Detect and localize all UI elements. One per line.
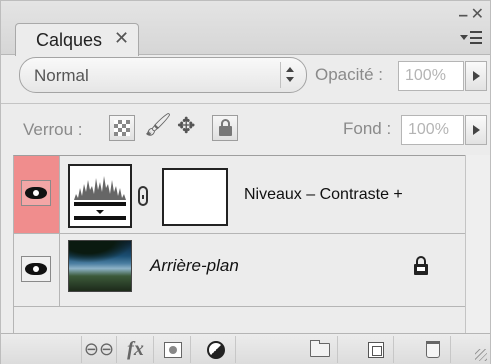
visibility-cell [14,234,60,306]
resize-grip-icon[interactable] [475,349,487,361]
opacity-label: Opacité : [315,65,384,84]
new-layer-icon [367,341,384,358]
layer-row[interactable]: Niveaux – Contraste + [14,156,466,234]
layer-name[interactable]: Niveaux – Contraste + [244,186,403,204]
fill-slider-arrow-icon[interactable] [465,115,487,145]
bottom-toolbar: ⊖⊖ fx [1,333,490,364]
lock-label: Verrou : [23,120,83,139]
adjustment-icon [206,340,225,359]
eye-icon [25,187,47,199]
new-layer-button[interactable] [358,336,394,363]
scrollbar[interactable] [465,155,490,333]
lock-icon [412,256,430,276]
add-mask-button[interactable] [155,336,191,363]
mask-icon [163,341,182,358]
new-adjustment-layer-button[interactable] [196,336,236,363]
divider [1,103,490,104]
layer-style-button[interactable]: fx [118,336,154,363]
folder-icon [309,339,330,357]
delete-layer-button[interactable] [415,336,451,363]
opacity-input[interactable]: 100% [398,61,464,91]
fill-input[interactable]: 100% [401,115,464,145]
opacity-slider-arrow-icon[interactable] [465,61,487,91]
layer-name[interactable]: Arrière-plan [150,256,239,276]
blend-mode-value: Normal [34,66,89,85]
lock-all-button[interactable] [212,115,238,141]
link-icon[interactable] [138,186,148,206]
blend-row: Normal Opacité : 100% [1,57,490,97]
layer-row[interactable]: Arrière-plan [14,234,466,307]
link-icon: ⊖⊖ [83,339,115,359]
visibility-toggle[interactable] [21,256,51,282]
lock-pixels-button[interactable]: 🖌 [144,112,172,138]
panel-header: Calques ✕ – ✕ [1,1,490,56]
fill-label: Fond : [343,119,392,138]
opacity-value: 100% [405,67,446,84]
close-icon[interactable]: ✕ [471,4,484,24]
lock-position-button[interactable]: ✥ [177,113,203,139]
layers-list: Niveaux – Contraste + Arrière-plan [13,155,466,333]
visibility-toggle[interactable] [21,180,51,206]
levels-adjustment-icon[interactable] [68,164,132,228]
link-layers-button[interactable]: ⊖⊖ [81,336,117,363]
tab-calques[interactable]: Calques ✕ [15,23,139,56]
visibility-cell [14,156,60,233]
lock-transparency-button[interactable] [109,115,135,141]
eye-icon [25,263,47,275]
new-group-button[interactable] [302,336,338,363]
layer-mask-thumbnail[interactable] [162,168,228,226]
panel-menu-icon[interactable] [460,31,484,47]
fx-icon: fx [127,338,144,360]
tab-label: Calques [36,30,103,50]
lock-row: Verrou : 🖌 ✥ Fond : 100% [1,109,490,151]
blend-mode-select[interactable]: Normal [19,57,307,93]
move-icon: ✥ [177,113,196,138]
brush-icon: 🖌 [144,112,172,137]
minimize-icon[interactable]: – [459,5,468,25]
select-arrows-icon [280,62,298,88]
tab-close-icon[interactable]: ✕ [114,28,129,49]
layers-panel: Calques ✕ – ✕ Normal Opacité : 100% Verr… [0,0,491,364]
fill-value: 100% [408,121,449,138]
checkerboard-icon [114,120,130,136]
trash-icon [425,341,440,358]
layer-thumbnail[interactable] [68,240,132,292]
